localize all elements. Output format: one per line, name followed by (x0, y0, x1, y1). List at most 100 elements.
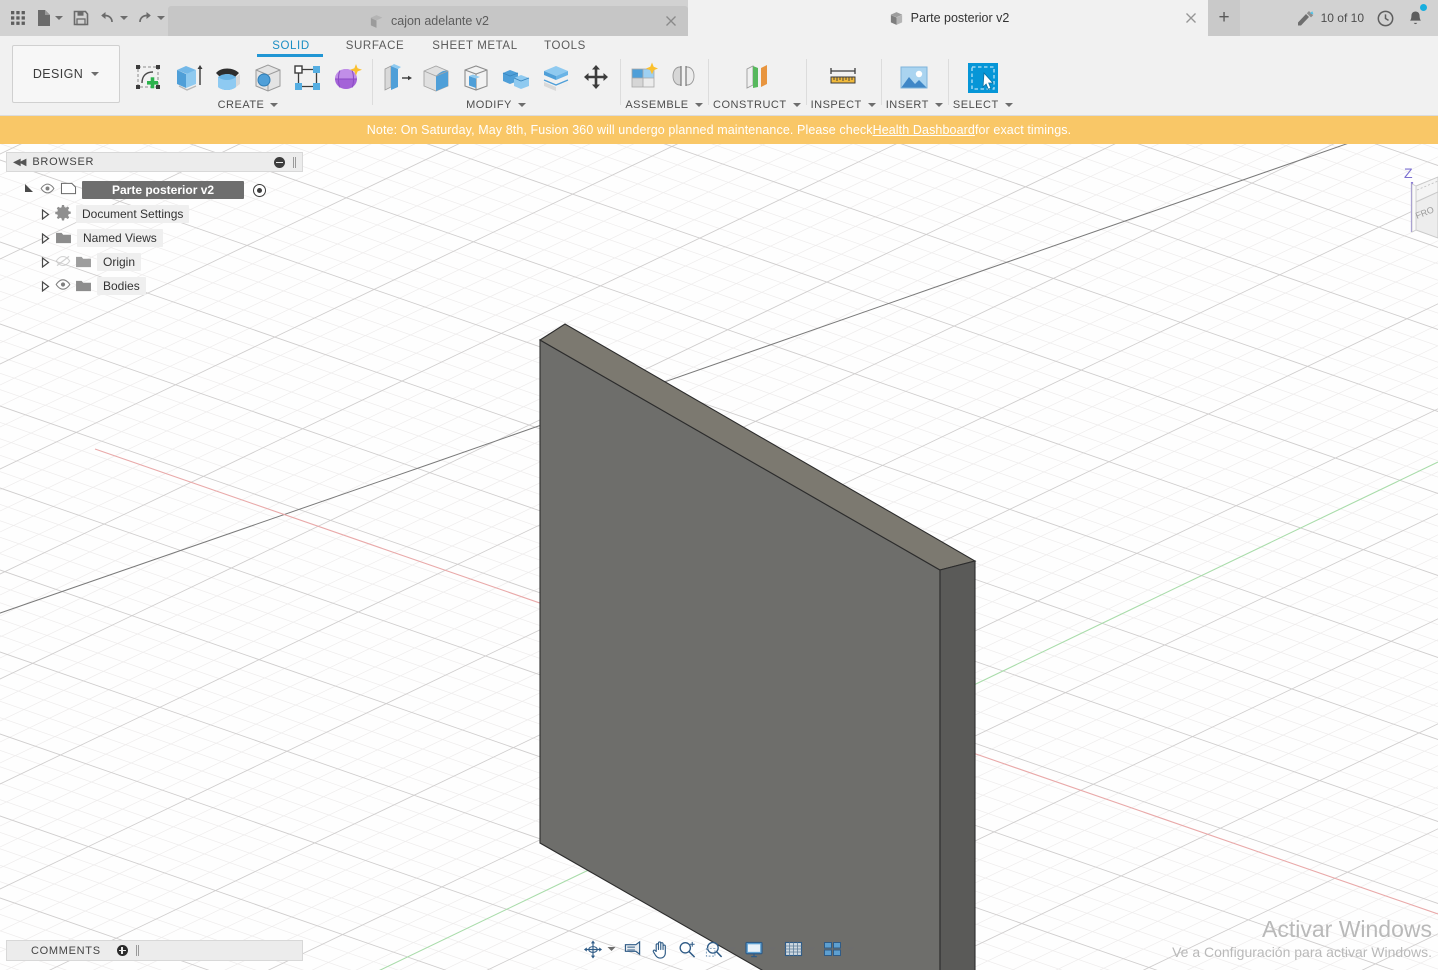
expand-triangle-open-icon[interactable] (24, 183, 35, 197)
look-at-icon (624, 940, 641, 956)
tree-node-bodies[interactable]: Bodies (6, 274, 303, 298)
undo-button[interactable] (96, 3, 131, 33)
close-icon[interactable] (1184, 11, 1198, 25)
tree-node-label: Origin (97, 253, 142, 271)
comments-resize-grip[interactable] (135, 945, 139, 956)
split-face-icon[interactable] (537, 59, 575, 97)
ribbon-main: SOLID SURFACE SHEET METAL TOOLS CREATE M… (120, 36, 1438, 115)
ribbon-group-label[interactable]: MODIFY (466, 97, 526, 113)
group-label-text: MODIFY (466, 99, 512, 111)
orbit-button[interactable] (581, 937, 619, 961)
history-button[interactable] (1372, 3, 1398, 33)
panel-resize-grip[interactable] (293, 156, 296, 168)
chevron-down-icon[interactable] (270, 103, 279, 107)
viewcube-axis-label: Z (1404, 165, 1413, 181)
chevron-down-icon[interactable] (792, 103, 801, 107)
title-tab-bar: cajon adelante v2 Parte posterior v2 + 1… (0, 0, 1438, 36)
close-icon[interactable] (664, 14, 678, 28)
zoom-icon (679, 941, 696, 958)
measure-icon[interactable] (824, 59, 862, 97)
chevron-down-icon[interactable] (55, 16, 63, 20)
press-pull-icon[interactable] (377, 59, 415, 97)
minus-circle-icon[interactable] (274, 156, 285, 168)
fillet-icon[interactable] (417, 59, 455, 97)
visibility-eye-off-icon[interactable] (55, 255, 71, 270)
construct-plane-icon[interactable] (738, 59, 776, 97)
workspace-switcher[interactable]: DESIGN (12, 45, 120, 103)
hole-icon[interactable] (249, 59, 287, 97)
expand-triangle-icon[interactable] (41, 256, 50, 268)
chevron-down-icon[interactable] (867, 103, 876, 107)
expand-triangle-icon[interactable] (41, 232, 50, 244)
chevron-down-icon[interactable] (120, 16, 128, 20)
tree-node-named-views[interactable]: Named Views (6, 226, 303, 250)
ribbon-tab-sheet-metal[interactable]: SHEET METAL (423, 36, 527, 56)
combine-icon[interactable] (497, 59, 535, 97)
ribbon-tab-surface[interactable]: SURFACE (327, 36, 423, 56)
ribbon-group-label[interactable]: CONSTRUCT (713, 97, 801, 113)
display-settings-button[interactable] (742, 937, 780, 961)
chevron-down-icon[interactable] (91, 72, 100, 76)
new-component-icon[interactable] (625, 59, 663, 97)
fit-button[interactable] (702, 937, 740, 961)
chevron-down-icon[interactable] (694, 103, 703, 107)
new-tab-button[interactable]: + (1208, 0, 1240, 36)
new-file-button[interactable] (33, 3, 66, 33)
document-tab-active[interactable]: Parte posterior v2 (688, 0, 1208, 36)
tree-node-label: Named Views (77, 229, 163, 247)
tree-node-origin[interactable]: Origin (6, 250, 303, 274)
look-at-button[interactable] (621, 937, 646, 961)
ribbon-group-label[interactable]: SELECT (953, 97, 1013, 113)
pan-button[interactable] (648, 937, 673, 961)
ribbon-tab-tools[interactable]: TOOLS (527, 36, 603, 56)
revolve-icon[interactable] (209, 59, 247, 97)
ribbon-tab-solid[interactable]: SOLID (255, 36, 327, 56)
joint-icon[interactable] (665, 59, 703, 97)
viewports-button[interactable] (821, 937, 858, 961)
plus-circle-icon[interactable] (116, 945, 128, 956)
shell-icon[interactable] (457, 59, 495, 97)
tree-node-document-settings[interactable]: Document Settings (6, 202, 303, 226)
select-icon[interactable] (964, 59, 1002, 97)
chevron-down-icon[interactable] (807, 947, 816, 951)
rib-icon[interactable] (289, 59, 327, 97)
job-status-indicator[interactable]: 10 of 10 (1293, 10, 1368, 26)
extrude-icon[interactable] (169, 59, 207, 97)
collapse-left-icon[interactable]: ◀◀ (13, 157, 26, 168)
view-cube[interactable]: Z FRO (1376, 160, 1438, 270)
app-grid-button[interactable] (5, 3, 31, 33)
notifications-button[interactable] (1402, 3, 1428, 33)
expand-triangle-icon[interactable] (41, 208, 50, 220)
chevron-down-icon[interactable] (934, 103, 943, 107)
grid-snaps-button[interactable] (782, 937, 819, 961)
chevron-down-icon[interactable] (768, 947, 777, 951)
ribbon-group-label[interactable]: CREATE (218, 97, 279, 113)
visibility-eye-icon[interactable] (55, 278, 71, 294)
tree-node-label: Parte posterior v2 (82, 181, 245, 199)
visibility-eye-icon[interactable] (40, 183, 55, 198)
tree-node-root[interactable]: Parte posterior v2 (6, 178, 303, 202)
save-button[interactable] (68, 3, 94, 33)
health-dashboard-link[interactable]: Health Dashboard (873, 123, 975, 137)
expand-triangle-icon[interactable] (41, 280, 50, 292)
form-icon[interactable] (329, 59, 367, 97)
chevron-down-icon[interactable] (517, 103, 526, 107)
notification-badge (1420, 4, 1427, 11)
group-label-text: CONSTRUCT (713, 99, 787, 111)
chevron-down-icon[interactable] (157, 16, 165, 20)
ribbon-group-label[interactable]: ASSEMBLE (625, 97, 703, 113)
create-sketch-icon[interactable] (129, 59, 167, 97)
chevron-down-icon[interactable] (1004, 103, 1013, 107)
ribbon-group-label[interactable]: INSPECT (811, 97, 876, 113)
zoom-button[interactable] (675, 937, 700, 961)
insert-image-icon[interactable] (895, 59, 933, 97)
ribbon-group-label[interactable]: INSERT (886, 97, 943, 113)
chevron-down-icon[interactable] (607, 947, 616, 951)
document-tab-inactive[interactable]: cajon adelante v2 (168, 6, 688, 36)
redo-button[interactable] (133, 3, 168, 33)
activate-component-radio[interactable] (253, 183, 267, 197)
ribbon-group-select: SELECT (947, 55, 1018, 115)
move-copy-icon[interactable] (577, 59, 615, 97)
chevron-down-icon[interactable] (728, 947, 737, 951)
chevron-down-icon[interactable] (846, 947, 855, 951)
